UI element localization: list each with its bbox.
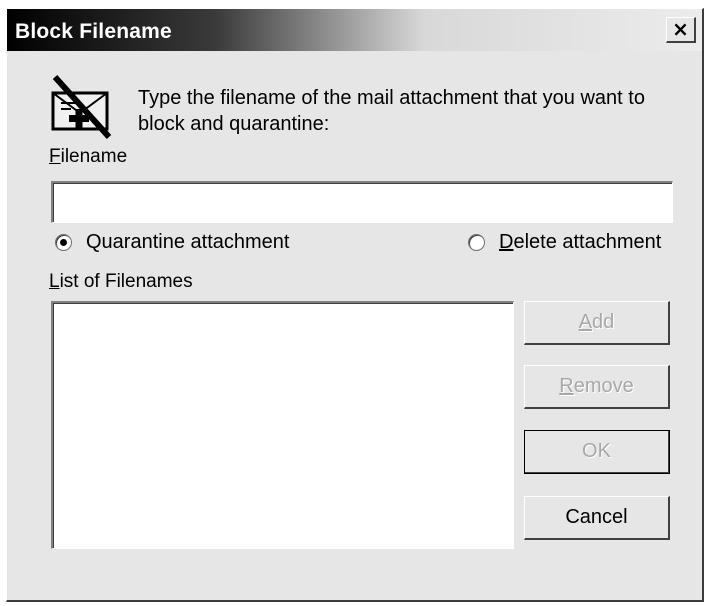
block-filename-dialog: Block Filename × Type the filename of th… [6, 8, 704, 602]
close-icon: × [672, 17, 689, 41]
quarantine-attachment-option[interactable]: Quarantine attachment [55, 231, 289, 254]
close-button[interactable]: × [666, 17, 696, 43]
delete-attachment-option[interactable]: Delete attachment [468, 231, 661, 254]
filename-label: Filename [49, 146, 128, 167]
remove-button[interactable]: Remove [524, 365, 670, 409]
mail-attachment-blocked-icon [47, 71, 119, 141]
title-bar[interactable]: Block Filename × [7, 9, 702, 51]
instruction-text: Type the filename of the mail attachment… [138, 87, 645, 135]
add-button[interactable]: Add [524, 301, 670, 345]
quarantine-label: Quarantine attachment [86, 231, 290, 253]
filenames-listbox[interactable] [51, 301, 514, 549]
ok-button[interactable]: OK [524, 430, 670, 474]
delete-label: Delete attachment [499, 231, 662, 253]
filename-input[interactable] [51, 181, 673, 223]
dialog-title: Block Filename [15, 20, 172, 43]
quarantine-radio[interactable] [55, 234, 72, 251]
list-of-filenames-label: List of Filenames [49, 271, 193, 292]
delete-radio[interactable] [468, 234, 485, 251]
cancel-button[interactable]: Cancel [524, 496, 670, 540]
